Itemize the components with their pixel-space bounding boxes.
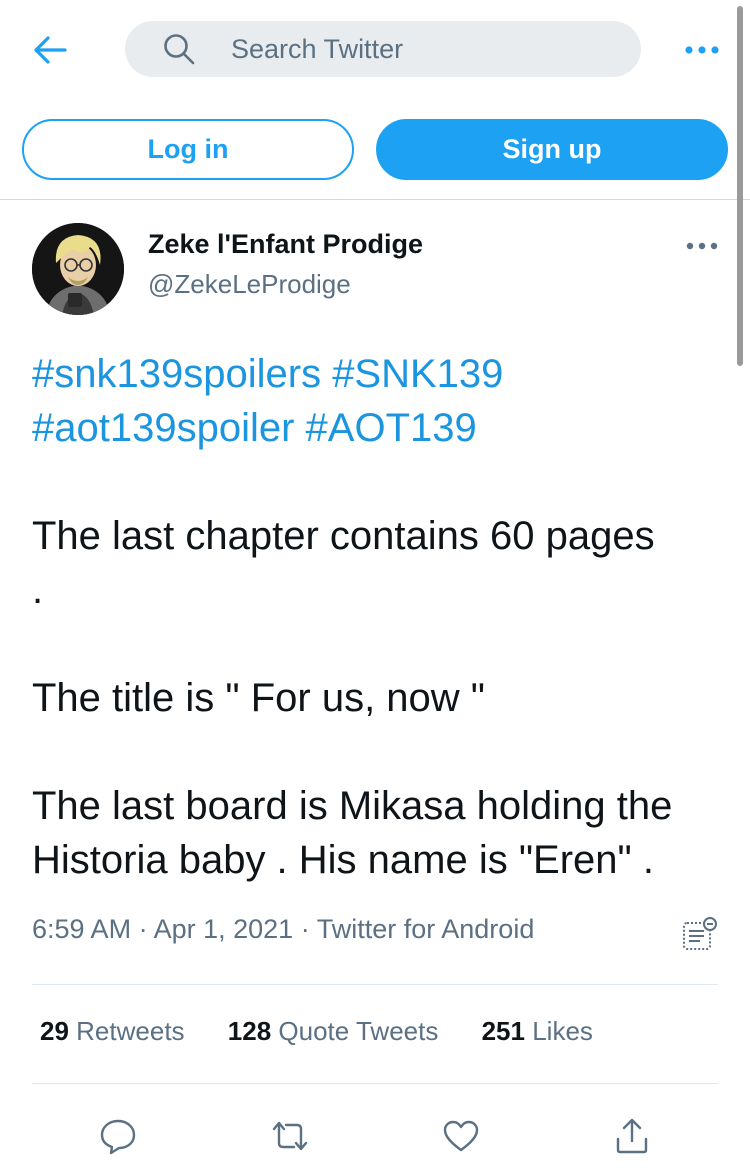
tweet-meta: 6:59 AM · Apr 1, 2021 · Twitter for Andr… <box>32 914 534 945</box>
tweet-text-line: The title is " For us, now " <box>32 676 485 720</box>
tweet-text: #snk139spoilers #SNK139 #aot139spoiler #… <box>32 347 732 887</box>
hashtag-link[interactable]: #AOT139 <box>306 406 477 450</box>
hashtag-line: #aot139spoiler #AOT139 <box>32 401 732 455</box>
quote-tweets-label: Quote Tweets <box>278 1016 439 1046</box>
tweet-text-line: Historia baby . His name is "Eren" . <box>32 838 654 882</box>
search-input[interactable] <box>231 21 621 77</box>
tweet-source[interactable]: Twitter for Android <box>317 914 535 944</box>
likes-count: 251 <box>481 1016 525 1046</box>
tweet: Zeke l'Enfant Prodige @ZekeLeProdige #sn… <box>0 201 750 1175</box>
retweet-icon[interactable] <box>270 1116 310 1156</box>
signup-button[interactable]: Sign up <box>376 119 728 180</box>
quote-tweets-stat[interactable]: 128 Quote Tweets <box>228 1016 439 1047</box>
tweet-actions <box>0 1106 750 1166</box>
more-options-icon[interactable] <box>680 32 724 68</box>
search-icon <box>163 33 195 70</box>
author-handle[interactable]: @ZekeLeProdige <box>148 269 351 300</box>
tweet-more-icon[interactable] <box>680 231 724 261</box>
likes-stat[interactable]: 251 Likes <box>482 1016 593 1047</box>
tweet-text-line: The last chapter contains 60 pages <box>32 514 655 558</box>
likes-label: Likes <box>532 1016 593 1046</box>
search-box[interactable] <box>125 21 641 77</box>
tweet-stats: 29 Retweets 128 Quote Tweets 251 Likes <box>40 1016 629 1047</box>
quote-tweets-count: 128 <box>227 1016 272 1046</box>
like-icon[interactable] <box>441 1116 481 1156</box>
tweet-text-line: The last board is Mikasa holding the <box>32 784 673 828</box>
divider <box>32 1083 718 1084</box>
retweets-count: 29 <box>40 1016 69 1046</box>
author-name[interactable]: Zeke l'Enfant Prodige <box>148 229 423 260</box>
top-bar <box>0 0 750 100</box>
back-arrow-icon[interactable] <box>30 30 70 70</box>
avatar[interactable] <box>32 223 124 315</box>
tweet-time[interactable]: 6:59 AM <box>32 914 131 944</box>
auth-bar: Log in Sign up <box>0 100 750 200</box>
meta-separator: · <box>300 914 310 944</box>
divider <box>32 984 718 985</box>
meta-separator: · <box>138 914 148 944</box>
tweet-activity-icon[interactable] <box>682 917 718 956</box>
hashtag-line: #snk139spoilers #SNK139 <box>32 347 732 401</box>
reply-icon[interactable] <box>98 1116 138 1156</box>
share-icon[interactable] <box>612 1116 652 1156</box>
tweet-date[interactable]: Apr 1, 2021 <box>154 914 294 944</box>
hashtag-link[interactable]: #SNK139 <box>332 352 503 396</box>
tweet-text-line: . <box>32 568 44 612</box>
hashtag-link[interactable]: #aot139spoiler <box>32 406 294 450</box>
retweets-label: Retweets <box>76 1016 185 1046</box>
login-button[interactable]: Log in <box>22 119 354 180</box>
hashtag-link[interactable]: #snk139spoilers <box>32 352 321 396</box>
retweets-stat[interactable]: 29 Retweets <box>40 1016 185 1047</box>
